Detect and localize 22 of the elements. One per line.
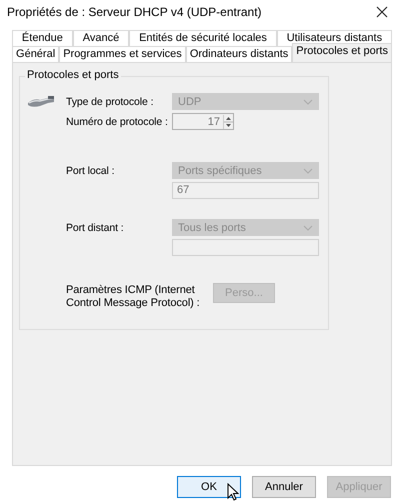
window-title: Propriétés de : Serveur DHCP v4 (UDP-entrant): [7, 5, 262, 20]
close-icon[interactable]: [376, 6, 388, 18]
tab[interactable]: Protocoles et ports: [292, 43, 392, 62]
field-label: Port distant :: [66, 222, 125, 234]
input-field[interactable]: [172, 239, 319, 256]
tab[interactable]: Étendue: [12, 30, 73, 46]
tab[interactable]: Ordinateurs distants: [186, 46, 292, 62]
spin-arrows-icon[interactable]: [223, 114, 233, 129]
field-label: Numéro de protocole :: [66, 116, 169, 128]
ok-button[interactable]: OK: [177, 476, 241, 498]
plug-icon: [26, 94, 56, 110]
number-spinner[interactable]: 17: [172, 113, 234, 130]
field-label: Type de protocole :: [66, 96, 154, 108]
field-label: Paramètres ICMP (Internet Control Message Protocol) :: [66, 284, 201, 310]
dialog-button[interactable]: Annuler: [252, 476, 316, 498]
mouse-cursor-icon: [227, 483, 239, 502]
tab[interactable]: Général: [12, 46, 60, 62]
tab[interactable]: Avancé: [72, 30, 130, 46]
field-label: Port local :: [66, 164, 116, 177]
tab[interactable]: Programmes et services: [59, 46, 186, 62]
group-title: Protocoles et ports: [25, 69, 121, 82]
tab[interactable]: Entités de sécurité locales: [129, 30, 277, 46]
